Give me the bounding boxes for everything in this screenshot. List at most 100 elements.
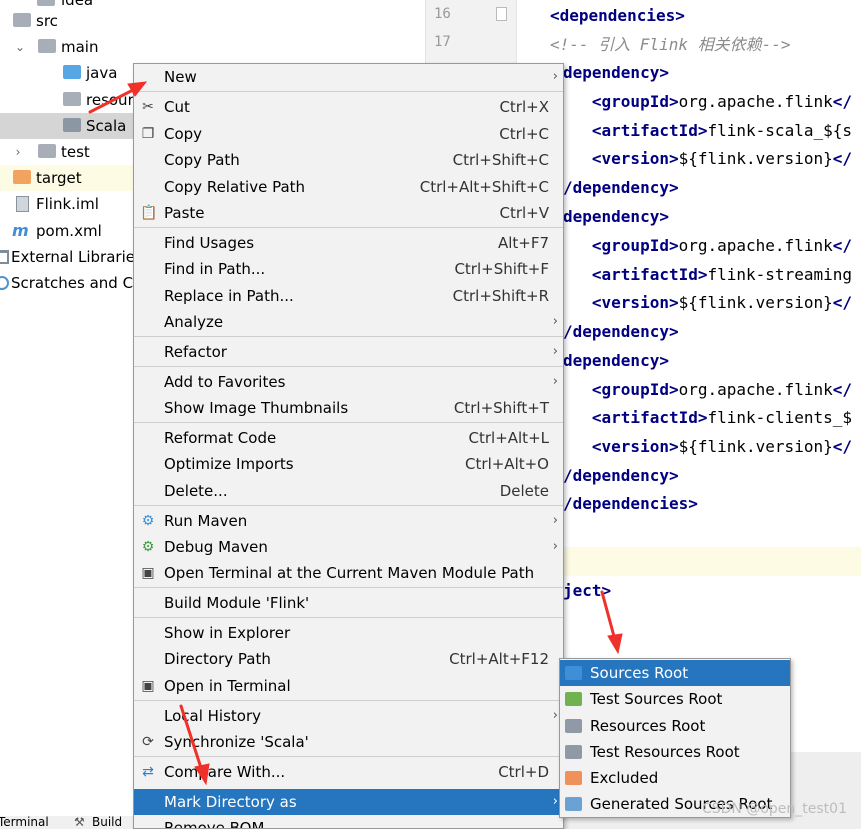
- menu-item-copy-path[interactable]: Copy Path Ctrl+Shift+C: [134, 147, 563, 173]
- menu-item-open-in-terminal[interactable]: ▣ Open in Terminal: [134, 673, 563, 699]
- code-line[interactable]: <groupId>org.apache.flink</: [517, 87, 861, 116]
- menu-item-label: Directory Path: [164, 650, 271, 668]
- menu-item-find-in-path[interactable]: Find in Path... Ctrl+Shift+F: [134, 256, 563, 282]
- code-line[interactable]: ject>: [517, 576, 861, 605]
- tree-item-external-libraries[interactable]: External Libraries: [0, 244, 136, 270]
- menu-item-build-module-flink[interactable]: Build Module 'Flink': [134, 590, 563, 616]
- code-line[interactable]: <!-- 引入 Flink 相关依赖-->: [517, 30, 861, 59]
- menu-item-delete[interactable]: Delete... Delete: [134, 478, 563, 504]
- menu-item-reformat-code[interactable]: Reformat Code Ctrl+Alt+L: [134, 425, 563, 451]
- code-line[interactable]: <artifactId>flink-streaming: [517, 260, 861, 289]
- menu-item-new[interactable]: New ›: [134, 64, 563, 90]
- code-line[interactable]: <artifactId>flink-clients_$: [517, 403, 861, 432]
- menu-separator: [134, 756, 563, 757]
- menu-separator: [134, 587, 563, 588]
- chevron-right-icon: ›: [552, 374, 558, 389]
- tree-item-flink-iml[interactable]: Flink.iml: [0, 191, 136, 217]
- chevron-right-icon: ›: [552, 513, 558, 528]
- code-line[interactable]: /dependency>: [517, 173, 861, 202]
- code-line[interactable]: dependency>: [517, 346, 861, 375]
- chevron-right-icon: ›: [552, 314, 558, 329]
- watermark: CSDN @open_test01: [701, 801, 847, 817]
- folder-icon: [565, 666, 582, 680]
- code-line[interactable]: /dependency>: [517, 461, 861, 490]
- menu-item-debug-maven[interactable]: ⚙ Debug Maven ›: [134, 534, 563, 560]
- menu-item-analyze[interactable]: Analyze ›: [134, 309, 563, 335]
- menu-separator: [134, 91, 563, 92]
- tool-tab-terminal[interactable]: Terminal: [0, 816, 49, 829]
- menu-item-show-in-explorer[interactable]: Show in Explorer: [134, 620, 563, 646]
- tree-item-scala[interactable]: Scala: [0, 113, 136, 139]
- code-line[interactable]: <version>${flink.version}</: [517, 432, 861, 461]
- sync-icon: ⟳: [142, 734, 154, 750]
- menu-item-label: Delete...: [164, 482, 228, 500]
- tree-item-scratches[interactable]: Scratches and Co: [0, 270, 136, 296]
- tree-item-target[interactable]: target: [0, 165, 136, 191]
- code-tag: </: [832, 92, 852, 111]
- menu-item-label: Refactor: [164, 343, 227, 361]
- menu-item-shortcut: Delete: [499, 482, 549, 500]
- menu-item-directory-path[interactable]: Directory Path Ctrl+Alt+F12: [134, 646, 563, 672]
- menu-item-optimize-imports[interactable]: Optimize Imports Ctrl+Alt+O: [134, 451, 563, 477]
- menu-item-paste[interactable]: 📋 Paste Ctrl+V: [134, 200, 563, 226]
- submenu-item-test-sources-root[interactable]: Test Sources Root: [560, 686, 790, 712]
- chevron-right-icon[interactable]: ›: [12, 139, 24, 165]
- chevron-down-icon[interactable]: ⌄: [14, 34, 26, 60]
- menu-item-add-to-favorites[interactable]: Add to Favorites ›: [134, 369, 563, 395]
- tree-item-main[interactable]: ⌄ main: [0, 34, 136, 60]
- code-line[interactable]: dependency>: [517, 202, 861, 231]
- code-tag: </: [832, 293, 852, 312]
- menu-item-label: Open in Terminal: [164, 677, 291, 695]
- menu-item-cut[interactable]: ✂ Cut Ctrl+X: [134, 94, 563, 120]
- menu-item-compare-with[interactable]: ⇄ Compare With... Ctrl+D: [134, 759, 563, 785]
- paste-icon: 📋: [140, 205, 158, 221]
- menu-item-synchronize-scala[interactable]: ⟳ Synchronize 'Scala': [134, 729, 563, 755]
- code-tag: dependency>: [563, 351, 669, 370]
- code-line[interactable]: <version>${flink.version}</: [517, 288, 861, 317]
- code-line[interactable]: dependency>: [517, 58, 861, 87]
- menu-item-label: Local History: [164, 707, 262, 725]
- hammer-icon: ⚒: [74, 816, 85, 829]
- code-tag: </: [832, 380, 852, 399]
- menu-item-run-maven[interactable]: ⚙ Run Maven ›: [134, 508, 563, 534]
- folder-icon: [565, 797, 582, 811]
- menu-item-label: Mark Directory as: [164, 793, 297, 811]
- tree-item-test[interactable]: › test: [0, 139, 136, 165]
- menu-item-remove-bom[interactable]: Remove BOM: [134, 815, 563, 828]
- copy-icon: ❐: [141, 126, 155, 142]
- fold-marker-icon[interactable]: [496, 7, 507, 21]
- submenu-item-sources-root[interactable]: Sources Root: [560, 660, 790, 686]
- menu-item-label: Replace in Path...: [164, 287, 294, 305]
- code-line[interactable]: <dependencies>: [517, 1, 861, 30]
- menu-item-shortcut: Ctrl+Shift+T: [453, 399, 549, 417]
- tree-item-java[interactable]: java: [0, 60, 136, 86]
- code-value: flink-streaming: [707, 265, 853, 284]
- menu-item-find-usages[interactable]: Find Usages Alt+F7: [134, 230, 563, 256]
- submenu-item-test-resources-root[interactable]: Test Resources Root: [560, 739, 790, 765]
- code-line[interactable]: [517, 547, 861, 576]
- tree-item-src[interactable]: src: [0, 8, 136, 34]
- code-line[interactable]: /dependency>: [517, 317, 861, 346]
- menu-item-show-image-thumbnails[interactable]: Show Image Thumbnails Ctrl+Shift+T: [134, 395, 563, 421]
- code-tag: /dependencies>: [563, 494, 698, 513]
- menu-item-mark-directory-as[interactable]: Mark Directory as ›: [134, 789, 563, 815]
- code-line[interactable]: [517, 518, 861, 547]
- menu-item-copy[interactable]: ❐ Copy Ctrl+C: [134, 121, 563, 147]
- tree-item-pom[interactable]: m pom.xml: [0, 218, 136, 244]
- tool-tab-build[interactable]: Build: [92, 816, 122, 829]
- code-line[interactable]: <version>${flink.version}</: [517, 144, 861, 173]
- submenu-item-resources-root[interactable]: Resources Root: [560, 713, 790, 739]
- code-line[interactable]: <artifactId>flink-scala_${s: [517, 116, 861, 145]
- menu-item-replace-in-path[interactable]: Replace in Path... Ctrl+Shift+R: [134, 283, 563, 309]
- tree-item-resources[interactable]: resour: [0, 87, 136, 113]
- menu-item-refactor[interactable]: Refactor ›: [134, 339, 563, 365]
- submenu-item-excluded[interactable]: Excluded: [560, 765, 790, 791]
- menu-item-copy-relative-path[interactable]: Copy Relative Path Ctrl+Alt+Shift+C: [134, 174, 563, 200]
- code-line[interactable]: /dependencies>: [517, 489, 861, 518]
- chevron-right-icon: ›: [552, 539, 558, 554]
- code-line[interactable]: <groupId>org.apache.flink</: [517, 375, 861, 404]
- menu-item-local-history[interactable]: Local History ›: [134, 703, 563, 729]
- menu-item-open-terminal-at-the-current-maven-module-path[interactable]: ▣ Open Terminal at the Current Maven Modu…: [134, 560, 563, 586]
- code-line[interactable]: <groupId>org.apache.flink</: [517, 231, 861, 260]
- code-tag: <artifactId>: [563, 265, 708, 284]
